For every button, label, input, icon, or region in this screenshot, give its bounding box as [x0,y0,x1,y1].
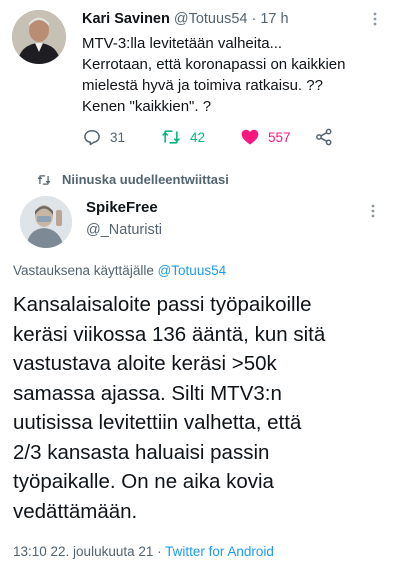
heart-icon [241,129,259,145]
retweet-icon [37,174,51,185]
tweet-text-line: uutisissa levitettiin valhetta, että [13,411,302,434]
reply-icon [84,130,100,146]
author-name[interactable]: Kari Savinen [82,11,170,27]
tweet-text-line: vastustava aloite keräsi >50k [13,352,277,375]
tweet-text-line: mielestä hyvä ja toimiva ratkaisu. ?? [82,77,323,94]
tweet-text-line: Kerrotaan, että koronapassi on kaikkien [82,56,346,73]
author-handle[interactable]: @Totuus54 [174,11,248,27]
retweet-notice-label: Niinuska uudelleentwiittasi [62,172,229,187]
avatar[interactable] [20,196,72,248]
tweet-meta: 13:10 22. joulukuuta 21 · Twitter for An… [13,544,274,559]
tweet-text-line: Kansalaisaloite passi työpaikoille [13,293,312,316]
tweet-header: Kari Savinen @Totuus54 · 17 h [82,11,289,27]
author-handle[interactable]: @_Naturisti [86,222,162,238]
tweet-text-line: keräsi viikossa 136 ääntä, kun sitä [13,322,326,346]
tweet-source-link[interactable]: Twitter for Android [165,544,274,559]
avatar-photo [12,10,66,64]
tweet-text-line: MTV-3:lla levitetään valheita... [82,35,283,52]
reply-button[interactable]: 31 [82,127,125,147]
separator: · [247,11,261,27]
like-button[interactable]: 557 [240,127,291,147]
share-icon [316,128,332,146]
share-button[interactable] [314,127,334,147]
tweet-text: Kansalaisaloite passi työpaikoille keräs… [13,290,385,526]
tweet-time[interactable]: 17 h [260,11,288,27]
separator: · [153,544,166,559]
action-bar: 31 42 557 [82,127,342,151]
avatar-photo [20,196,72,248]
tweet-text-line: Kenen "kaikkien". ? [82,98,212,115]
more-options-icon[interactable] [372,12,378,26]
replying-to-label: Vastauksena käyttäjälle [13,263,158,278]
tweet-text-line: samassa ajassa. Silti MTV3:n [13,381,282,405]
retweet-count: 42 [190,129,206,145]
retweet-icon [162,130,180,144]
tweet-text-line: 2/3 kansasta haluaisi passin [13,440,270,464]
more-options-icon[interactable] [370,204,376,218]
author-name[interactable]: SpikeFree [86,199,162,216]
mention-link[interactable]: @Totuus54 [158,263,227,278]
retweet-button[interactable]: 42 [160,127,205,147]
reply-count: 31 [110,129,126,145]
tweet-timestamp[interactable]: 13:10 22. joulukuuta 21 [13,544,153,559]
tweet-header: SpikeFree @_Naturisti [86,199,162,238]
tweet-text-line: työpaikalle. On ne aika kovia [13,470,274,493]
tweet-text-line: vedättämään. [13,499,138,523]
replying-to: Vastauksena käyttäjälle @Totuus54 [13,263,226,278]
quoted-tweet: Kari Savinen @Totuus54 · 17 h MTV-3:lla … [0,0,396,168]
avatar[interactable] [12,10,66,64]
tweet-text: MTV-3:lla levitetään valheita... Kerrota… [82,33,382,117]
like-count: 557 [268,129,291,145]
retweet-notice[interactable]: Niinuska uudelleentwiittasi [36,172,229,187]
